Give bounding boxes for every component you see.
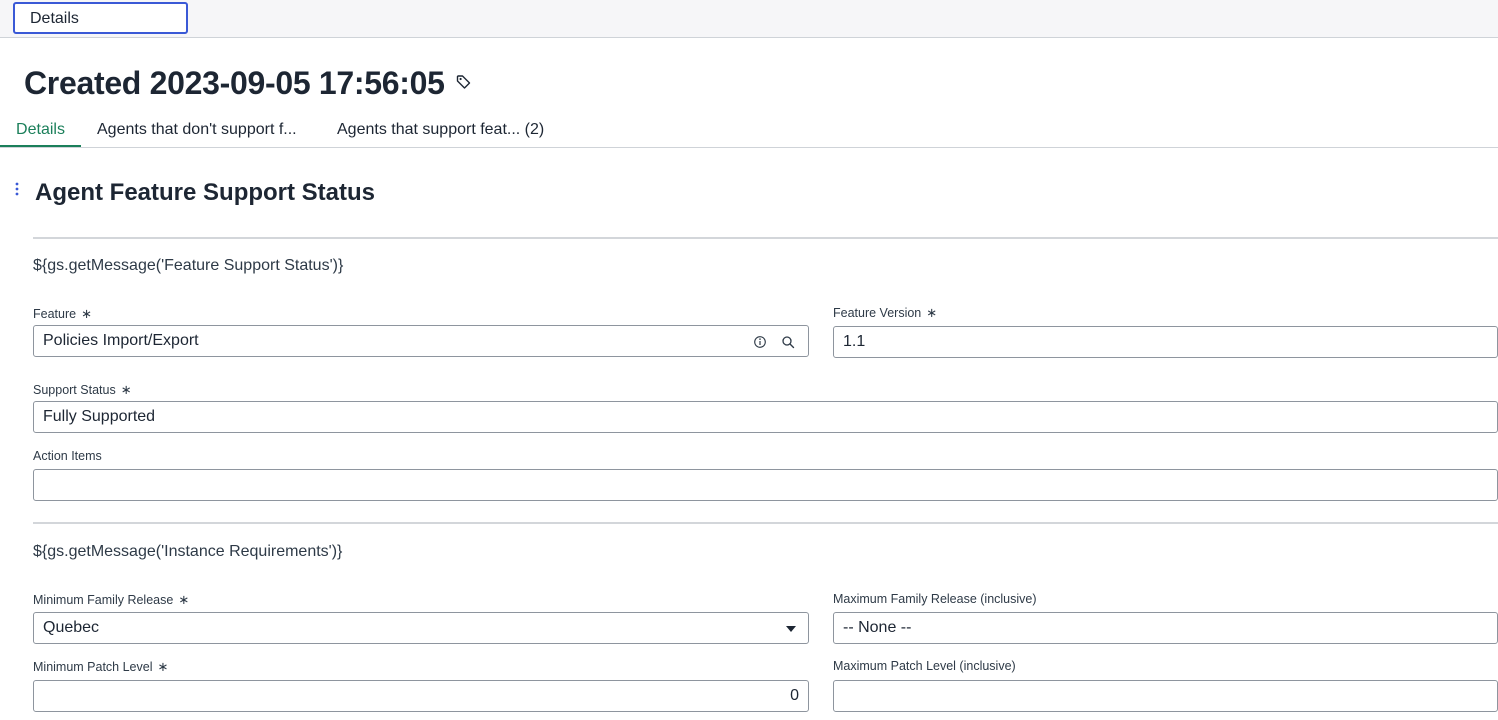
chevron-down-icon[interactable]: [786, 626, 796, 632]
top-tab-details[interactable]: Details: [13, 2, 188, 34]
feature-field[interactable]: Policies Import/Export: [33, 325, 809, 357]
min-patch-level-label: Minimum Patch Level ∗: [33, 659, 169, 674]
support-status-select[interactable]: Fully Supported: [33, 401, 1498, 433]
required-mark: ∗: [178, 592, 190, 607]
vertical-dots-icon[interactable]: [15, 182, 19, 196]
max-patch-level-label: Maximum Patch Level (inclusive): [833, 659, 1016, 673]
tab-agents-supporting[interactable]: Agents that support feat... (2): [337, 113, 544, 147]
subsection-heading: ${gs.getMessage('Feature Support Status'…: [33, 257, 344, 274]
min-patch-level-input[interactable]: [33, 680, 809, 712]
min-family-release-label: Minimum Family Release ∗: [33, 592, 190, 607]
required-mark: ∗: [120, 382, 132, 397]
support-status-label: Support Status ∗: [33, 382, 132, 397]
min-family-release-select[interactable]: Quebec: [33, 612, 809, 644]
section-title: Agent Feature Support Status: [35, 179, 376, 206]
page-title: Created 2023-09-05 17:56:05: [24, 65, 445, 101]
required-mark: ∗: [926, 305, 938, 320]
section-divider: [33, 522, 1498, 524]
info-icon[interactable]: [753, 335, 767, 349]
max-patch-level-input[interactable]: [833, 680, 1498, 712]
feature-version-input[interactable]: [833, 326, 1498, 358]
subsection-heading: ${gs.getMessage('Instance Requirements')…: [33, 543, 343, 560]
max-family-release-label: Maximum Family Release (inclusive): [833, 592, 1037, 606]
section-divider: [33, 237, 1498, 239]
action-items-input[interactable]: [33, 469, 1498, 501]
feature-version-label: Feature Version ∗: [833, 305, 938, 320]
top-tab-bar: Details: [0, 0, 1498, 38]
tab-details[interactable]: Details: [0, 113, 81, 147]
action-items-label: Action Items: [33, 449, 102, 463]
record-tabs: Details Agents that don't support f... A…: [0, 113, 1498, 148]
feature-value: Policies Import/Export: [43, 332, 199, 349]
max-family-release-value: -- None --: [843, 619, 912, 636]
feature-label: Feature ∗: [33, 306, 92, 321]
min-family-release-value: Quebec: [43, 619, 100, 636]
max-family-release-select[interactable]: -- None --: [833, 612, 1498, 644]
required-mark: ∗: [81, 306, 92, 321]
required-mark: ∗: [157, 659, 169, 674]
tag-icon[interactable]: [456, 74, 472, 90]
support-status-value: Fully Supported: [43, 408, 156, 425]
tab-agents-not-supporting[interactable]: Agents that don't support f...: [97, 113, 297, 147]
search-icon[interactable]: [781, 335, 795, 349]
